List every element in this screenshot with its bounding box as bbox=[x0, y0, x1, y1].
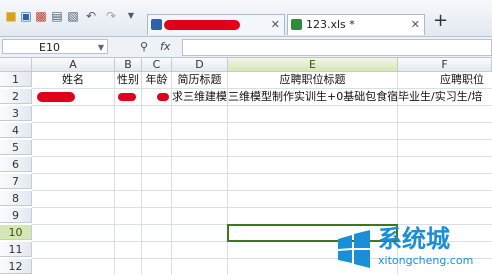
column-header-d[interactable]: D bbox=[172, 58, 228, 72]
row-header-9[interactable]: 9 bbox=[0, 208, 32, 223]
grid-line bbox=[32, 173, 492, 174]
name-box-value: E10 bbox=[39, 41, 60, 54]
windows-logo-icon bbox=[338, 230, 370, 268]
redaction-mark bbox=[37, 92, 75, 102]
cell-d1[interactable]: 简历标题 bbox=[172, 72, 227, 87]
cell-a2[interactable] bbox=[32, 89, 114, 104]
close-icon[interactable]: ✕ bbox=[271, 15, 280, 35]
tab-label: 123.xls * bbox=[306, 18, 355, 31]
close-icon[interactable]: ✕ bbox=[411, 15, 420, 35]
document-tabs: ✕ 123.xls * ✕ + bbox=[147, 3, 492, 35]
row-header-7[interactable]: 7 bbox=[0, 174, 32, 189]
grid-line bbox=[32, 122, 492, 123]
new-tab-button[interactable]: + bbox=[433, 11, 448, 31]
toolbar: ■ ▣ ▩ ▤ ▧ ↶ ↷ ▼ ✕ 123.xls * ✕ + bbox=[0, 0, 492, 37]
row-header-10[interactable]: 10 bbox=[0, 225, 32, 240]
row-header-8[interactable]: 8 bbox=[0, 191, 32, 206]
redaction-mark bbox=[157, 93, 169, 101]
row-header-1[interactable]: 1 bbox=[0, 72, 32, 87]
watermark-url: xitongcheng.com bbox=[378, 254, 474, 267]
row-header-5[interactable]: 5 bbox=[0, 140, 32, 155]
cell-a1[interactable]: 姓名 bbox=[32, 72, 114, 87]
column-header-b[interactable]: B bbox=[115, 58, 142, 72]
cell-b1[interactable]: 性别 bbox=[115, 72, 141, 87]
grid-line bbox=[32, 207, 492, 208]
cell-f2[interactable]: 毕业生/实习生/培 bbox=[398, 89, 492, 104]
redaction-mark bbox=[164, 20, 240, 30]
grid-line bbox=[32, 105, 492, 106]
print-icon[interactable]: ▤ bbox=[50, 9, 64, 23]
open-folder-icon[interactable]: ■ bbox=[4, 9, 18, 23]
row-header-11[interactable]: 11 bbox=[0, 242, 32, 257]
watermark-title: 系统城 bbox=[378, 225, 450, 253]
redo-icon[interactable]: ↷ bbox=[104, 9, 118, 23]
cell-c1[interactable]: 年龄 bbox=[142, 72, 171, 87]
column-header-e[interactable]: E bbox=[228, 58, 398, 72]
row-header-3[interactable]: 3 bbox=[0, 106, 32, 121]
spreadsheet-icon bbox=[291, 19, 302, 30]
watermark: 系统城 xitongcheng.com bbox=[332, 223, 492, 273]
name-box[interactable]: E10 ▼ bbox=[2, 39, 108, 54]
row-header-6[interactable]: 6 bbox=[0, 157, 32, 172]
cell-e1[interactable]: 应聘职位标题 bbox=[228, 72, 397, 87]
fx-button[interactable]: fx bbox=[160, 39, 170, 54]
export-pdf-icon[interactable]: ▩ bbox=[34, 9, 48, 23]
formula-bar: E10 ▼ ⚲ fx bbox=[0, 37, 492, 58]
row-header-2[interactable]: 2 bbox=[0, 89, 32, 104]
grid-line bbox=[32, 190, 492, 191]
tab-document-redacted[interactable]: ✕ bbox=[147, 14, 285, 35]
cell-b2[interactable] bbox=[115, 89, 141, 104]
cell-f1[interactable]: 应聘职位 bbox=[398, 72, 492, 87]
grid-line bbox=[32, 156, 492, 157]
writer-doc-icon bbox=[151, 19, 162, 30]
cell-d2[interactable]: 求三维建模 bbox=[172, 89, 227, 104]
cell-c2[interactable] bbox=[142, 89, 171, 104]
column-header-a[interactable]: A bbox=[32, 58, 115, 72]
print-preview-icon[interactable]: ▧ bbox=[66, 9, 80, 23]
cell-e2[interactable]: 三维模型制作实训生+0基础包食宿 bbox=[228, 89, 397, 104]
more-icon[interactable]: ▼ bbox=[124, 9, 138, 23]
tab-spreadsheet[interactable]: 123.xls * ✕ bbox=[287, 14, 425, 35]
chevron-down-icon[interactable]: ▼ bbox=[98, 40, 104, 55]
redaction-mark bbox=[118, 93, 136, 101]
spreadsheet-grid: A B C D E F 1 2 3 4 5 6 7 8 9 10 11 12 姓… bbox=[0, 58, 492, 275]
column-header-f[interactable]: F bbox=[398, 58, 492, 72]
save-icon[interactable]: ▣ bbox=[19, 9, 33, 23]
row-header-4[interactable]: 4 bbox=[0, 123, 32, 138]
grid-line bbox=[32, 139, 492, 140]
corner-select-all[interactable] bbox=[0, 58, 32, 72]
row-header-12[interactable]: 12 bbox=[0, 259, 32, 274]
zoom-icon[interactable]: ⚲ bbox=[140, 39, 148, 54]
undo-icon[interactable]: ↶ bbox=[84, 9, 98, 23]
formula-input[interactable] bbox=[182, 39, 492, 56]
column-header-c[interactable]: C bbox=[142, 58, 172, 72]
